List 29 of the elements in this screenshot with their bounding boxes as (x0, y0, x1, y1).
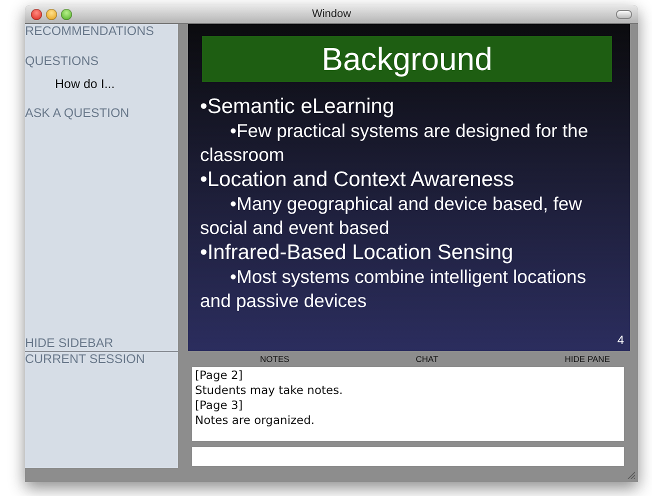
sidebar-heading[interactable]: ASK A QUESTION (25, 106, 130, 121)
pane-tab[interactable]: NOTES (260, 353, 290, 365)
slide-sub-bullet: •Few practical systems are designed for the classroom (199, 119, 590, 167)
slide-bullet: •Semantic eLearning (200, 94, 396, 119)
input-field[interactable] (192, 447, 624, 466)
note-line: Notes are organized. (195, 413, 316, 428)
pane-tab[interactable]: CHAT (416, 353, 438, 365)
pane-tab[interactable]: HIDE PANE (564, 353, 610, 365)
resize-grip-icon[interactable] (627, 471, 635, 479)
zoom-button[interactable] (61, 8, 72, 20)
note-line: Students may take notes. (195, 383, 344, 398)
sidebar-heading[interactable]: RECOMMENDATIONS (25, 24, 154, 39)
slide-bullet: •Location and Context Awareness (200, 167, 516, 192)
slide-bullet: •Infrared-Based Location Sensing (200, 240, 514, 265)
close-button[interactable] (31, 8, 42, 20)
sidebar-heading[interactable]: CURRENT SESSION (25, 352, 145, 367)
slide-sub-bullet: •Most systems combine intelligent locations and passive devices (199, 265, 588, 313)
slide-sub-bullet: •Many geographical and device based, few social and event based (199, 192, 584, 240)
minimize-button[interactable] (46, 8, 57, 20)
slide-title: Background (202, 36, 612, 82)
notes-area[interactable]: [Page 2] Students may take notes. [Page 3] Notes are organized. (192, 367, 624, 441)
note-line: [Page 3] (195, 398, 244, 413)
note-line: [Page 2] (195, 368, 244, 383)
hide-sidebar-link[interactable]: HIDE SIDEBAR (25, 336, 114, 351)
page-number: 4 (617, 333, 624, 347)
window-title: Window (312, 8, 352, 20)
sidebar-item[interactable]: How do I... (55, 77, 115, 92)
sidebar-heading[interactable]: QUESTIONS (25, 54, 99, 69)
toolbar-toggle-button[interactable] (616, 10, 632, 19)
